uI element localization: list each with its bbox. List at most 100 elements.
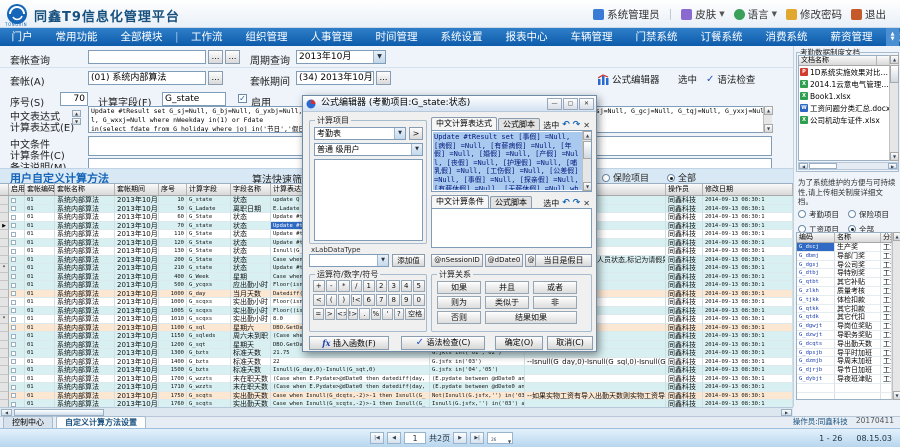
enabled-checkbox[interactable] — [11, 283, 16, 288]
salary-item-row[interactable]: G_zlkh质量考核工资 — [797, 287, 898, 296]
table-row[interactable]: 01系统内部算法2013年10月1700G_wzzts末在职天数(Case wh… — [0, 375, 793, 384]
enabled-checkbox[interactable] — [11, 215, 16, 220]
doc-list-hscrollbar[interactable]: ◀ ▶ — [798, 162, 898, 170]
enabled-checkbox[interactable] — [11, 266, 16, 271]
page-number-input[interactable]: 1 — [404, 432, 426, 444]
salary-item-row[interactable]: G_dgwjt导岗位奖贴工资 — [797, 322, 898, 331]
column-header-2[interactable]: 套帐名称 — [55, 184, 115, 195]
file-item-4[interactable]: X公司机动车证件.xlsx — [799, 114, 897, 126]
enabled-checkbox[interactable] — [11, 308, 16, 313]
cancel-button[interactable]: 取消(C) — [547, 336, 593, 350]
menu-item-7[interactable]: 系统设置 — [429, 28, 494, 46]
menu-item-2[interactable]: 全部模块 — [109, 28, 174, 46]
enabled-checkbox[interactable] — [11, 274, 16, 279]
keypad-button-([interactable]: ( — [326, 294, 338, 306]
keypad-button-*[interactable]: * — [338, 280, 350, 292]
relation-button-如果[interactable]: 如果 — [437, 281, 481, 294]
close-button[interactable]: ✕ — [579, 98, 594, 110]
minimize-button[interactable]: — — [547, 98, 562, 110]
menu-scroll-arrows[interactable]: ▲▼ — [886, 28, 899, 46]
menu-item-5[interactable]: 人事管理 — [299, 28, 364, 46]
column-header-5[interactable]: 计算字段 — [187, 184, 231, 195]
cn-condition-box[interactable] — [431, 208, 592, 248]
relation-button-并且[interactable]: 并且 — [485, 281, 529, 294]
enabled-checkbox[interactable] — [11, 249, 16, 254]
account-period-input[interactable]: (34) 2013年10月 — [296, 71, 374, 85]
keypad-button-4[interactable]: 4 — [401, 280, 413, 292]
user-level-combo[interactable]: 普通 级用户▼ — [314, 143, 423, 156]
clear-icon2[interactable]: ✕ — [583, 199, 590, 208]
calc-item-combo[interactable]: 考勤表▼ — [314, 127, 406, 140]
table-row[interactable]: 01系统内部算法2013年10月1400G_bzts标准天数22G.jsfx i… — [0, 358, 793, 367]
keypad-button-<>[interactable]: <> — [336, 308, 347, 320]
keypad-button-!<[interactable]: !< — [351, 294, 363, 306]
insert-function-button[interactable]: fx 插入函数(F) — [309, 336, 389, 350]
seq-input[interactable]: 70 — [60, 92, 88, 106]
column-header-0[interactable]: 启用 — [9, 184, 25, 195]
relation-button-则为[interactable]: 则为 — [437, 296, 481, 309]
keypad-button-%[interactable]: % — [371, 308, 382, 320]
column-header-4[interactable]: 序号 — [159, 184, 187, 195]
salary-table-vscrollbar[interactable]: ▲▼ — [892, 232, 900, 400]
scroll-thumb[interactable] — [14, 409, 104, 416]
account-query-browse-button[interactable]: … — [208, 50, 223, 64]
maximize-button[interactable]: ▢ — [563, 98, 578, 110]
enabled-checkbox[interactable] — [11, 368, 16, 373]
session-id-button[interactable]: @nSessionID — [431, 254, 483, 267]
table-hscrollbar[interactable]: ◀ ▶ — [0, 407, 793, 416]
file-item-2[interactable]: XBook1.xlsx — [799, 90, 897, 102]
enabled-checkbox[interactable] — [11, 317, 16, 322]
current-user[interactable]: 系统管理员 — [593, 7, 660, 22]
salary-item-row[interactable]: G_qtdk其它代扣工资 — [797, 313, 898, 322]
menu-item-4[interactable]: 组织管理 — [234, 28, 299, 46]
column-header-10[interactable]: 操作员 — [666, 184, 703, 195]
enabled-checkbox[interactable] — [11, 240, 16, 245]
sb-column-header-1[interactable]: 名称 — [835, 233, 881, 242]
first-page-button[interactable]: |◀ — [370, 432, 384, 444]
sidebar-radio-1[interactable]: 保险项目 — [848, 209, 898, 220]
menu-item-9[interactable]: 车辆管理 — [559, 28, 624, 46]
prev-page-button[interactable]: ◀ — [387, 432, 401, 444]
undo-icon[interactable]: ↶ — [562, 121, 570, 130]
relation-button-类似于[interactable]: 类似于 — [485, 296, 529, 309]
salary-item-row[interactable]: G_dpsjb导平时加班工资 — [797, 349, 898, 358]
more-items-button[interactable]: > — [409, 127, 423, 140]
menu-item-12[interactable]: 消费系统 — [754, 28, 819, 46]
language-menu[interactable]: 语言▼ — [734, 7, 777, 22]
enabled-checkbox[interactable]: ✓ — [238, 94, 247, 103]
enabled-checkbox[interactable] — [11, 232, 16, 237]
keypad-button-+[interactable]: + — [313, 280, 325, 292]
keypad-button-'[interactable]: ' — [382, 308, 393, 320]
menu-item-8[interactable]: 报表中心 — [494, 28, 559, 46]
period-query-select[interactable]: 2013年10月▼ — [296, 50, 386, 64]
relation-button-否则[interactable]: 否则 — [437, 311, 481, 324]
holiday-button[interactable]: 当日是假日 — [535, 254, 592, 267]
field-listbox[interactable] — [314, 159, 423, 241]
enabled-checkbox[interactable] — [11, 376, 16, 381]
keypad-button-/[interactable]: / — [351, 280, 363, 292]
keypad-button-)[interactable]: ) — [338, 294, 350, 306]
tab-formula-script2[interactable]: 公式脚本 — [490, 196, 532, 208]
tab-cn-condition[interactable]: 中文计算条件 — [431, 195, 489, 208]
keypad-button-3[interactable]: 3 — [388, 280, 400, 292]
enabled-checkbox[interactable] — [11, 402, 16, 407]
keypad-button-.[interactable]: . — [359, 308, 370, 320]
cn-expression-box[interactable]: Update #tResult set [事假] =Null, [病假] =Nu… — [431, 130, 592, 192]
sb-column-header-0[interactable]: 编码 — [797, 233, 835, 242]
logout-button[interactable]: 退出 — [851, 7, 886, 22]
salary-item-row[interactable]: G_dscj生产奖工资 — [797, 243, 898, 252]
sb-column-header-2[interactable]: 分类 — [881, 233, 892, 242]
salary-item-row[interactable]: G_dcqts导出勤天数工资 — [797, 340, 898, 349]
expr-spinner[interactable]: ▲▼ — [72, 110, 81, 125]
table-row[interactable]: 01系统内部算法2013年10月1760G_scqts实出勤天数Case whe… — [0, 400, 793, 407]
add-value-button[interactable]: 添加值 — [392, 254, 425, 267]
enabled-checkbox[interactable] — [11, 325, 16, 330]
tab-formula-script[interactable]: 公式脚本 — [498, 118, 540, 130]
sidebar-radio-0[interactable]: 考勤项目 — [798, 209, 848, 220]
formula-editor-button[interactable]: 公式编辑器 — [598, 72, 660, 86]
menu-item-13[interactable]: 薪资管理 — [819, 28, 884, 46]
calc-field-input[interactable]: G_state — [162, 92, 226, 106]
account-input[interactable]: (01) 系统内部算法 — [88, 71, 206, 85]
file-item-3[interactable]: W工资问题分类汇总.docx — [799, 102, 897, 114]
keypad-button-?[interactable]: ? — [394, 308, 405, 320]
